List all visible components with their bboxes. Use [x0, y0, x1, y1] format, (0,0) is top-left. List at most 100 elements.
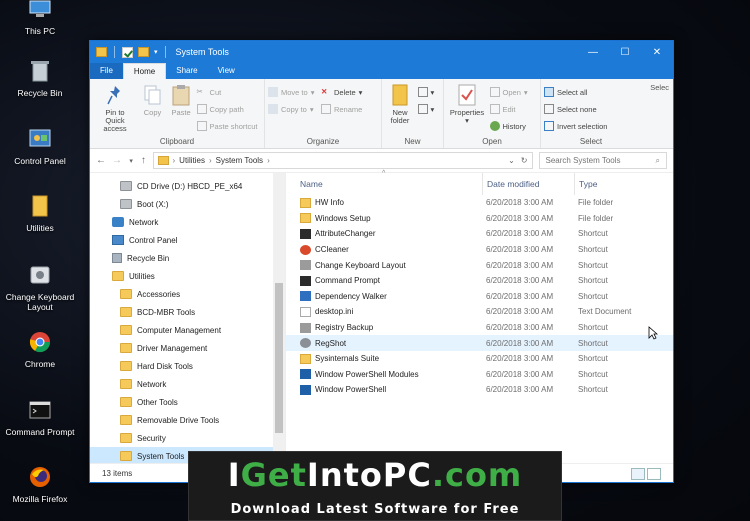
open-button[interactable]: Open ▾ — [489, 85, 528, 99]
new-folder-icon[interactable] — [138, 47, 149, 57]
tab-file[interactable]: File — [90, 63, 123, 79]
nav-scrollbar[interactable] — [273, 173, 285, 463]
column-name[interactable]: ^ Name — [286, 170, 482, 189]
nav-item-label: Security — [137, 433, 166, 443]
properties-button[interactable]: Properties ▾ — [447, 82, 487, 127]
desktop-icon-keyboard[interactable]: Change Keyboard Layout — [0, 262, 80, 312]
close-button[interactable]: ✕ — [641, 41, 673, 63]
file-type: Shortcut — [578, 354, 608, 364]
file-row[interactable]: Change Keyboard Layout 6/20/2018 3:00 AM S… — [286, 257, 673, 273]
nav-item[interactable]: Boot (X:) — [90, 195, 285, 213]
large-icons-view-button[interactable] — [647, 467, 661, 480]
details-view-button[interactable] — [631, 467, 645, 480]
column-type[interactable]: Type — [574, 173, 673, 195]
shortcut-icon — [300, 322, 311, 333]
file-row[interactable]: Window PowerShell 6/20/2018 3:00 AM Shortc… — [286, 382, 673, 398]
nav-item[interactable]: BCD-MBR Tools — [90, 303, 285, 321]
file-row[interactable]: Window PowerShell Modules 6/20/2018 3:00 … — [286, 367, 673, 383]
nav-item[interactable]: Recycle Bin — [90, 249, 285, 267]
edit-button[interactable]: Edit — [489, 102, 528, 116]
desktop-icon-recycle-bin[interactable]: Recycle Bin — [0, 58, 80, 98]
search-icon: ⌕ — [655, 155, 660, 165]
nav-item[interactable]: Other Tools — [90, 393, 285, 411]
file-row[interactable]: CCleaner 6/20/2018 3:00 AM Shortcut — [286, 242, 673, 258]
maximize-button[interactable]: ☐ — [609, 41, 641, 63]
move-to-button[interactable]: Move to ▾ — [268, 85, 314, 99]
file-row[interactable]: Registry Backup 6/20/2018 3:00 AM Shortcut — [286, 320, 673, 336]
recent-locations-button[interactable]: ▾ — [128, 157, 134, 165]
shortcut-icon — [300, 228, 311, 239]
scissors-icon: ✂ — [196, 87, 203, 96]
title-bar: ▾ System Tools — ☐ ✕ — [90, 41, 673, 63]
file-date: 6/20/2018 3:00 AM — [486, 260, 554, 270]
tab-view[interactable]: View — [208, 63, 245, 79]
file-date: 6/20/2018 3:00 AM — [486, 354, 554, 364]
chevron-down-icon: ▾ — [310, 87, 315, 97]
file-row[interactable]: RegShot 6/20/2018 3:00 AM Shortcut — [286, 335, 673, 351]
desktop-icon-utilities[interactable]: Utilities — [0, 193, 80, 233]
nav-item-label: Hard Disk Tools — [137, 361, 193, 371]
copy-to-button[interactable]: Copy to ▾ — [268, 102, 314, 116]
search-input[interactable] — [545, 156, 656, 165]
file-row[interactable]: desktop.ini 6/20/2018 3:00 AM Text Documen… — [286, 304, 673, 320]
chevron-down-icon[interactable]: ▾ — [154, 48, 158, 56]
nav-item[interactable]: Accessories — [90, 285, 285, 303]
select-none-button[interactable]: Select none — [544, 102, 607, 116]
pin-quick-access-button[interactable]: Pin to Quick access — [93, 82, 137, 135]
desktop-icon-command-prompt[interactable]: Command Prompt — [0, 397, 80, 437]
column-date-modified[interactable]: Date modified — [482, 173, 574, 195]
firefox-icon — [27, 464, 53, 490]
tab-home[interactable]: Home — [122, 63, 167, 79]
nav-item[interactable]: Network — [90, 213, 285, 231]
file-date: 6/20/2018 3:00 AM — [486, 385, 554, 395]
paste-shortcut-button[interactable]: Paste shortcut — [196, 119, 258, 133]
search-box[interactable]: ⌕ — [538, 152, 667, 169]
rename-button[interactable]: Rename — [320, 102, 362, 116]
desktop-icon-firefox[interactable]: Mozilla Firefox — [0, 464, 80, 504]
desktop-icon-chrome[interactable]: Chrome — [0, 329, 80, 369]
nav-item[interactable]: Security — [90, 429, 285, 447]
new-folder-button[interactable]: New folder — [385, 82, 415, 127]
control-panel-icon — [27, 126, 53, 152]
select-all-button[interactable]: Select all — [544, 85, 607, 99]
address-bar[interactable]: › Utilities › System Tools › ⌄ ↻ — [152, 152, 533, 169]
desktop-icon-this-pc[interactable]: This PC — [0, 0, 80, 36]
breadcrumb-system-tools[interactable]: System Tools — [216, 156, 263, 165]
copy-icon — [143, 84, 163, 106]
cut-button[interactable]: ✂ Cut — [197, 85, 258, 99]
file-row[interactable]: HW Info 6/20/2018 3:00 AM File folder — [286, 195, 673, 211]
file-row[interactable]: Command Prompt 6/20/2018 3:00 AM Shortcut — [286, 273, 673, 289]
nav-item[interactable]: Control Panel — [90, 231, 285, 249]
easy-access-button[interactable]: ▾ — [417, 102, 434, 116]
new-item-button[interactable]: ▾ — [417, 85, 434, 99]
file-row[interactable]: AttributeChanger 6/20/2018 3:00 AM Shortcu… — [286, 226, 673, 242]
paste-button[interactable]: Paste — [168, 82, 194, 119]
file-row[interactable]: Dependency Walker 6/20/2018 3:00 AM Shortc… — [286, 289, 673, 305]
tab-share[interactable]: Share — [166, 63, 207, 79]
select-partial-label: Selec — [650, 83, 669, 92]
nav-item[interactable]: Driver Management — [90, 339, 285, 357]
nav-item[interactable]: Utilities — [90, 267, 285, 285]
forward-button[interactable]: → — [112, 155, 122, 166]
nav-item[interactable]: Removable Drive Tools — [90, 411, 285, 429]
invert-selection-button[interactable]: Invert selection — [544, 119, 607, 133]
up-button[interactable]: ↑ — [140, 155, 146, 166]
delete-button[interactable]: ✕ Delete ▾ — [321, 85, 362, 99]
file-row[interactable]: Sysinternals Suite 6/20/2018 3:00 AM Short… — [286, 351, 673, 367]
breadcrumb-utilities[interactable]: Utilities — [179, 156, 205, 165]
nav-item[interactable]: Hard Disk Tools — [90, 357, 285, 375]
nav-item[interactable]: Network — [90, 375, 285, 393]
back-button[interactable]: ← — [96, 155, 106, 166]
properties-icon[interactable] — [122, 46, 133, 58]
chevron-down-icon[interactable]: ⌄ — [508, 156, 515, 165]
nav-item[interactable]: CD Drive (D:) HBCD_PE_x64 — [90, 177, 285, 195]
copy-path-button[interactable]: Copy path — [196, 102, 258, 116]
desktop-icon-control-panel[interactable]: Control Panel — [0, 126, 80, 166]
refresh-icon[interactable]: ↻ — [521, 156, 528, 165]
scrollbar-thumb[interactable] — [275, 283, 283, 433]
file-row[interactable]: Windows Setup 6/20/2018 3:00 AM File folde… — [286, 211, 673, 227]
nav-item[interactable]: Computer Management — [90, 321, 285, 339]
history-button[interactable]: History — [489, 119, 528, 133]
copy-button[interactable]: Copy — [140, 82, 166, 119]
minimize-button[interactable]: — — [577, 41, 609, 63]
